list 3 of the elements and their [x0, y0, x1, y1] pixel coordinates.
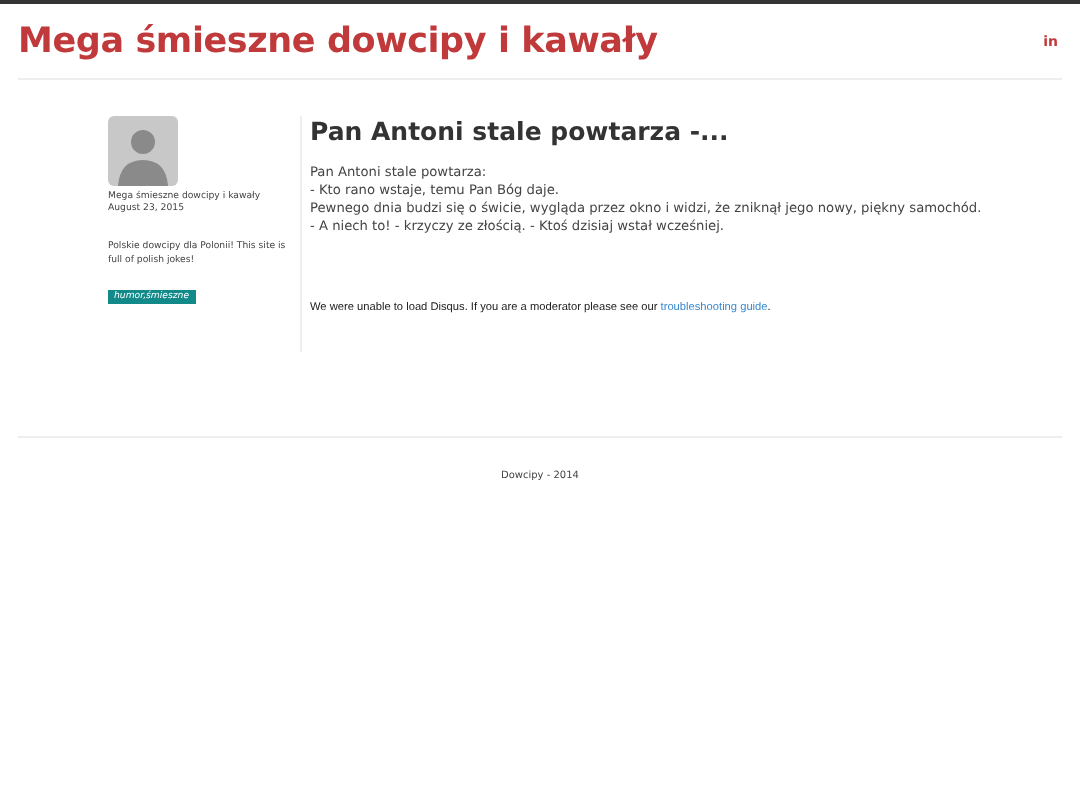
avatar-icon [108, 116, 178, 186]
site-title[interactable]: Mega śmieszne dowcipy i kawały [18, 22, 658, 62]
post-title: Pan Antoni stale powtarza -... [310, 116, 731, 146]
